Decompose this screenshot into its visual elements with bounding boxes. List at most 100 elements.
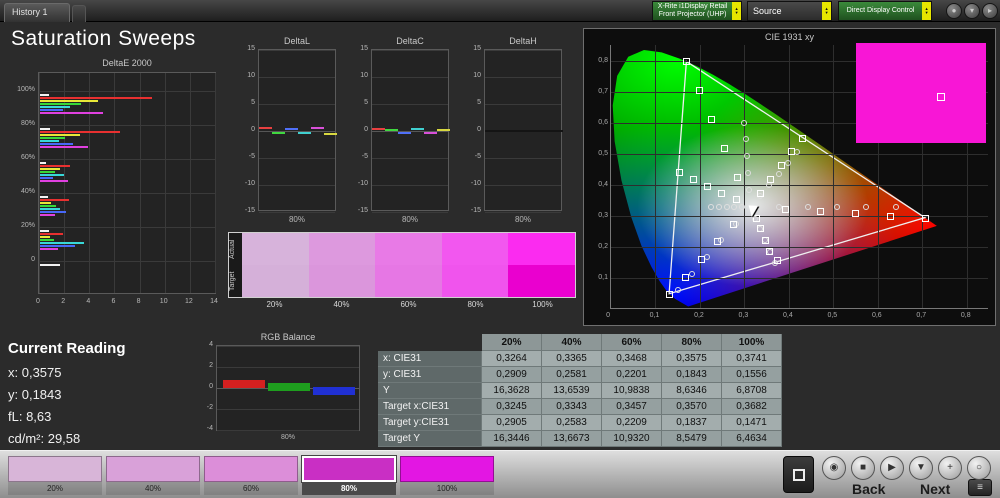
sat-swatch-40%[interactable]: 40% [106,456,200,495]
value-cell: 0,1471 [722,415,782,431]
deltae-bar [40,137,65,139]
gridline [372,158,448,159]
y-tick-label: -10 [458,180,481,187]
value-cell: 0,3365 [542,351,602,367]
target-color-cell [242,265,309,297]
measured-point-yellow [767,176,774,183]
deltae-bar [40,199,69,201]
target-point-red [805,204,811,210]
spinner-arrows-icon[interactable]: ▲▼ [732,2,741,20]
deltae-2000-chart: DeltaE 2000 02468101214100%80%60%40%20%0 [8,58,220,308]
x-tick-label: 14 [208,298,220,305]
target-point-cyan [708,204,714,210]
delta-line-segment [285,128,298,130]
delta-line-segment [537,130,550,132]
table-header-row: 20%40%60%80%100% [378,334,782,351]
plot-area [371,49,449,211]
sat-swatch-60%[interactable]: 60% [204,456,298,495]
back-button[interactable]: Back [852,481,885,497]
y-tick-label: 20% [8,222,35,229]
value-cell: 0,3468 [602,351,662,367]
y-tick-label: 0,7 [586,88,608,95]
swatch-color [204,456,298,482]
source-select[interactable]: Source ▲▼ [747,1,832,21]
spinner-arrows-icon[interactable]: ▲▼ [822,2,831,20]
comparator-column [309,233,376,297]
gridline [485,104,561,105]
measured-point-cyan [676,169,683,176]
row-label-cell: Target Y [378,431,482,447]
layout-mode-button[interactable]: ▾ [964,3,980,19]
measured-point-yellow [757,190,764,197]
meter-name: X-Rite i1Display Retail [653,3,732,11]
y-tick-label: 60% [8,154,35,161]
sat-swatch-80%[interactable]: 80% [302,456,396,495]
capture-button[interactable]: ◉ [822,456,846,480]
swatch-label: 80% [302,482,396,495]
measured-point-magenta [774,257,781,264]
gridline [259,104,335,105]
value-cell: 0,2583 [542,415,602,431]
display-control-select[interactable]: Direct Display Control ▲▼ [838,1,932,21]
new-tab-button[interactable] [72,5,86,22]
y-tick-label: 0 [345,126,368,133]
x-tick-label: 0,8 [958,312,974,319]
spinner-arrows-icon[interactable]: ▲▼ [922,2,931,20]
delta-line-segment [524,130,537,132]
value-cell: 0,2905 [482,415,542,431]
header-cell: 100% [722,334,782,351]
help-button[interactable]: ▸ [982,3,998,19]
target-point-cyan [716,204,722,210]
x-tick-label: 8 [133,298,145,305]
rgb-bar [313,387,355,395]
measured-point-red [852,210,859,217]
gridline [372,185,448,186]
chart-title: DeltaC [371,36,449,46]
gridline [485,158,561,159]
row-label-cell: Y [378,383,482,399]
power-button[interactable]: ○ [967,456,991,480]
delta-line-segment [272,132,285,134]
target-point-green [744,153,750,159]
value-cell: 0,3741 [722,351,782,367]
y-tick-label: 100% [8,86,35,93]
meter-select[interactable]: X-Rite i1Display Retail Front Projector … [652,1,742,21]
sat-swatch-20%[interactable]: 20% [8,456,102,495]
tools-button[interactable]: + [938,456,962,480]
deltae-bar [40,97,152,99]
deltae-bar [40,211,66,213]
value-cell: 0,2201 [602,367,662,383]
measured-point-blue [682,274,689,281]
actual-color-cell [309,233,376,265]
save-button[interactable]: ▼ [909,456,933,480]
tab-history-1[interactable]: History 1 [4,3,70,22]
delta-line-segment [437,129,450,131]
value-cell: 0,3575 [662,351,722,367]
y-tick-label: 0,1 [586,274,608,281]
swatch-color [400,456,494,482]
deltae-bar [40,165,70,167]
deltae-bar [40,162,46,164]
value-cell: 0,3570 [662,399,722,415]
play-button[interactable]: ▶ [880,456,904,480]
stop-button[interactable]: ■ [851,456,875,480]
gridline [611,278,988,279]
y-tick-label: -15 [232,207,255,214]
gridline [372,77,448,78]
next-button[interactable]: Next [920,481,950,497]
measured-point-blue [698,256,705,263]
target-color-cell [508,265,575,297]
sat-swatch-100%[interactable]: 100% [400,456,494,495]
y-tick-label: 0 [458,126,481,133]
deltae-bar [40,140,59,142]
deltae-bar [40,239,54,241]
deltae-bar [40,171,55,173]
value-cell: 0,1556 [722,367,782,383]
delta-line-segment [385,129,398,131]
window-layout-button[interactable] [783,456,814,493]
measured-point-blue [714,238,721,245]
menu-button[interactable]: ≡ [968,479,992,496]
settings-button[interactable]: ● [946,3,962,19]
display-control-label: Direct Display Control [839,7,922,15]
value-cell: 10,9320 [602,431,662,447]
